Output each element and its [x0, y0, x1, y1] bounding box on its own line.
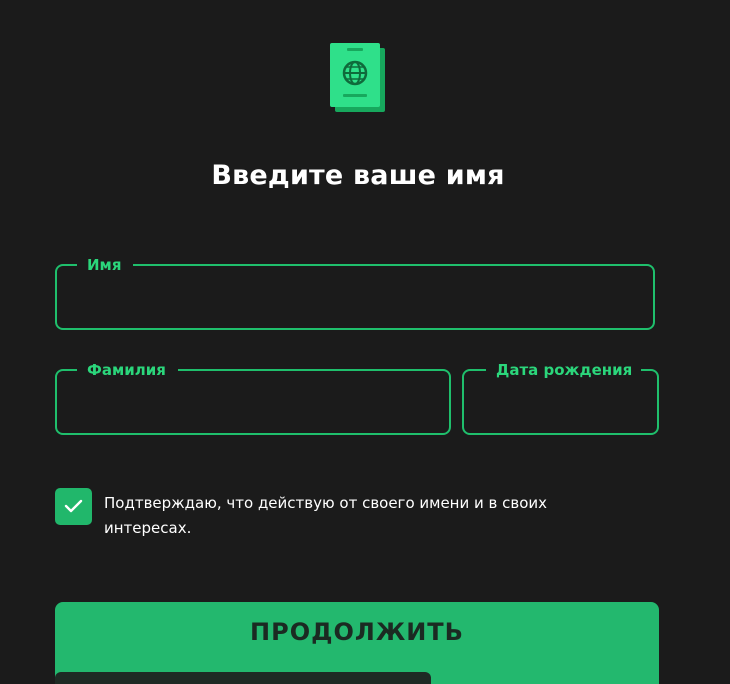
last-name-field[interactable]: Фамилия [55, 360, 451, 435]
first-name-field[interactable]: Имя [55, 255, 655, 330]
birth-date-label: Дата рождения [486, 360, 642, 380]
birth-date-field[interactable]: Дата рождения [462, 360, 659, 435]
page-title: Введите ваше имя [211, 160, 505, 191]
birth-date-input[interactable] [478, 387, 643, 425]
checkmark-icon [64, 499, 83, 513]
first-name-input[interactable] [71, 282, 639, 320]
consent-text: Подтверждаю, что действую от своего имен… [104, 494, 548, 537]
name-entry-screen: Введите ваше имя Имя Фамилия Дата рожден… [0, 0, 730, 684]
last-name-input[interactable] [71, 387, 435, 425]
passport-icon [330, 43, 385, 112]
consent-checkbox[interactable] [55, 488, 92, 525]
overlay-bar [55, 672, 431, 684]
last-name-label: Фамилия [77, 360, 178, 380]
first-name-label: Имя [77, 255, 134, 275]
